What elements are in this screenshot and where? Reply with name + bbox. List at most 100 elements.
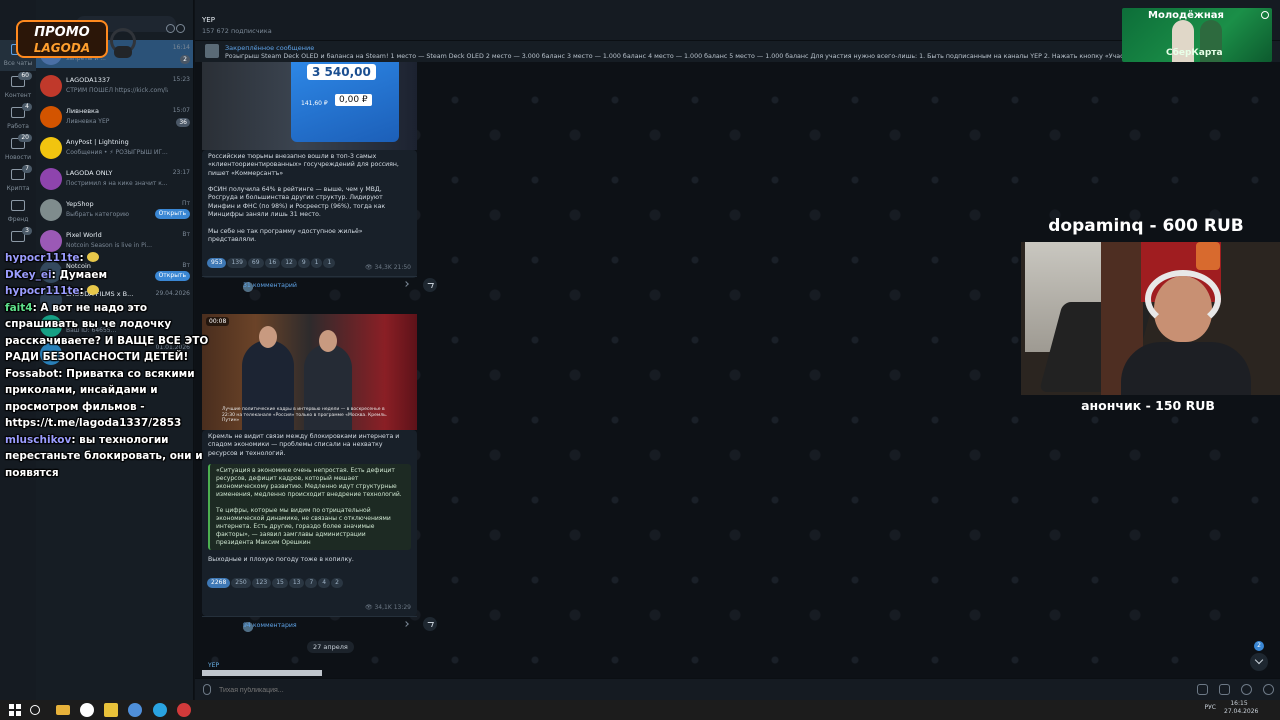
chat-username: mluschikov [5, 433, 72, 446]
reaction-chip[interactable]: 2 [331, 578, 343, 589]
reaction-chip[interactable]: 123 [251, 578, 272, 589]
status-icon[interactable] [166, 24, 175, 33]
chat-avatar [40, 106, 62, 128]
folder-badge: 4 [22, 103, 32, 111]
file-explorer-icon[interactable] [56, 705, 70, 715]
folder-news[interactable]: 20 Новости [0, 134, 36, 165]
profile-icon[interactable] [176, 24, 185, 33]
attach-icon[interactable] [203, 684, 211, 695]
app-icon[interactable] [104, 703, 118, 717]
stream-chat-message: hypocr111te: [5, 283, 215, 300]
channel-title: YEP [202, 16, 215, 24]
folder-crypto[interactable]: 7 Крипта [0, 165, 36, 196]
chat-list-item[interactable]: YepShop Выбрать категорию Пт Открыть [36, 196, 193, 224]
share-button[interactable] [423, 278, 437, 292]
reaction-chip[interactable]: 139 [227, 258, 247, 269]
chat-list-item[interactable]: AnyPost | Lightning Сообщения • ⚡ РОЗЫГРЫ… [36, 134, 193, 162]
send-as-icon[interactable] [1263, 684, 1274, 695]
webcam-feed [1021, 242, 1280, 395]
folder-work[interactable]: 4 Работа [0, 103, 36, 134]
chat-list-item[interactable]: LAGODA ONLY Постримил я на кике значит к.… [36, 165, 193, 193]
chevron-right-icon [403, 281, 409, 287]
scroll-down-button[interactable] [1250, 653, 1268, 671]
post-card: Российские тюрьмы внезапно вошли в топ-3… [202, 150, 417, 278]
post-meta: 👁 34,1K 13:29 [365, 604, 411, 611]
chat-name: LAGODA ONLY [66, 169, 113, 177]
reaction-chip[interactable]: 16 [264, 258, 281, 269]
next-post-preview[interactable] [202, 670, 322, 676]
post-meta: 👁 34,3K 21:50 [365, 264, 411, 271]
reaction-chip[interactable]: 9 [297, 258, 310, 269]
reaction-chip[interactable]: 69 [247, 258, 264, 269]
chat-list-item[interactable]: Ливневка Ливневка YEP 15:07 36 [36, 103, 193, 131]
donation-alert: анончик - 150 RUB [1081, 398, 1215, 413]
chat-avatar [40, 168, 62, 190]
post-text: Российские тюрьмы внезапно вошли в топ-3… [208, 153, 399, 243]
chat-preview: СТРИМ ПОШЕЛ https://kick.com/lag... [66, 87, 168, 94]
silent-bell-icon[interactable] [1219, 684, 1230, 695]
keyboard-language[interactable]: РУС [1205, 704, 1216, 711]
message-input[interactable] [219, 684, 819, 696]
list-header-icons [165, 18, 187, 33]
username-separator: : [79, 285, 84, 297]
reaction-chip[interactable]: 2268 [207, 578, 231, 589]
reaction-chip[interactable]: 4 [318, 578, 331, 589]
obs-icon[interactable] [177, 703, 191, 717]
pinned-title: Закреплённое сообщение [225, 44, 315, 52]
yandex-music-icon[interactable] [128, 703, 142, 717]
post-quote: «Ситуация в экономике очень непростая. Е… [208, 463, 411, 550]
stream-chat-message: hypocr111te: [5, 250, 215, 267]
promo-logo: ПРОМО LAGODA [14, 20, 138, 62]
reaction-chip[interactable]: 12 [281, 258, 297, 269]
post-image[interactable]: 3 540,00 141,60 ₽ 0,00 ₽ [202, 62, 417, 150]
reaction-chip[interactable]: 13 [288, 578, 305, 589]
taskbar: РУС 16:15 27.04.2026 [0, 700, 1280, 720]
windows-start-icon[interactable] [8, 703, 22, 717]
comments-link[interactable]: 31 комментарий [202, 276, 417, 294]
reaction-chip[interactable]: 7 [305, 578, 318, 589]
close-icon[interactable] [1261, 11, 1269, 19]
ad-banner[interactable]: Молодёжная СберКарта [1122, 8, 1272, 62]
clock[interactable]: 16:15 27.04.2026 [1224, 700, 1258, 716]
folder-badge: 60 [18, 72, 32, 80]
yandex-browser-icon[interactable] [80, 703, 94, 717]
chat-avatar [40, 75, 62, 97]
chat-list-item[interactable]: LAGODA1337 СТРИМ ПОШЕЛ https://kick.com/l… [36, 72, 193, 100]
post-video[interactable]: 00:08 Лучшие политические кадры в интерв… [202, 314, 417, 430]
post-views: 34,3K [374, 264, 392, 271]
folder-content[interactable]: 60 Контент [0, 72, 36, 103]
folder-friend[interactable]: Френд [0, 196, 36, 227]
reaction-chip[interactable]: 250 [231, 578, 251, 589]
post-author: YEP [208, 662, 220, 669]
reaction-chip[interactable]: 1 [310, 258, 323, 269]
post-text: Кремль не видит связи между блокировками… [208, 433, 400, 457]
emoji-icon[interactable] [1241, 684, 1252, 695]
channel-header[interactable]: YEP 157 672 подписчика [195, 0, 1280, 40]
chat-username: hypocr111te [5, 285, 80, 297]
video-caption: Лучшие политические кадры в интервью нед… [222, 407, 388, 423]
reaction-chip[interactable]: 1 [323, 258, 336, 269]
unread-badge: 2 [1254, 641, 1264, 651]
chat-username: Fossabot [5, 367, 59, 380]
pinned-message-bar[interactable]: Закреплённое сообщение Розыгрыш Steam De… [195, 40, 1280, 62]
comments-link[interactable]: 94 комментария [202, 616, 417, 634]
pinned-thumbnail [205, 44, 219, 58]
open-button[interactable]: Открыть [154, 209, 190, 219]
post-views: 34,1K [374, 604, 392, 611]
stream-chat-message: fait4: А вот не надо это спрашивать вы ч… [5, 300, 215, 366]
search-icon[interactable] [30, 705, 40, 715]
share-button[interactable] [423, 617, 437, 631]
headphones-icon [1145, 270, 1221, 328]
schedule-icon[interactable] [1197, 684, 1208, 695]
telegram-icon[interactable] [153, 703, 167, 717]
chevron-right-icon [403, 621, 409, 627]
message-composer [195, 678, 1280, 700]
folder-badge: 20 [18, 134, 32, 142]
person-face [319, 330, 337, 352]
post-time: 13:29 [393, 604, 411, 611]
reaction-chip[interactable]: 15 [272, 578, 288, 589]
chat-name: YepShop [66, 200, 94, 208]
clock-time: 16:15 [1230, 700, 1248, 707]
headset-cup [114, 46, 132, 58]
folder-label: Новости [4, 154, 32, 161]
